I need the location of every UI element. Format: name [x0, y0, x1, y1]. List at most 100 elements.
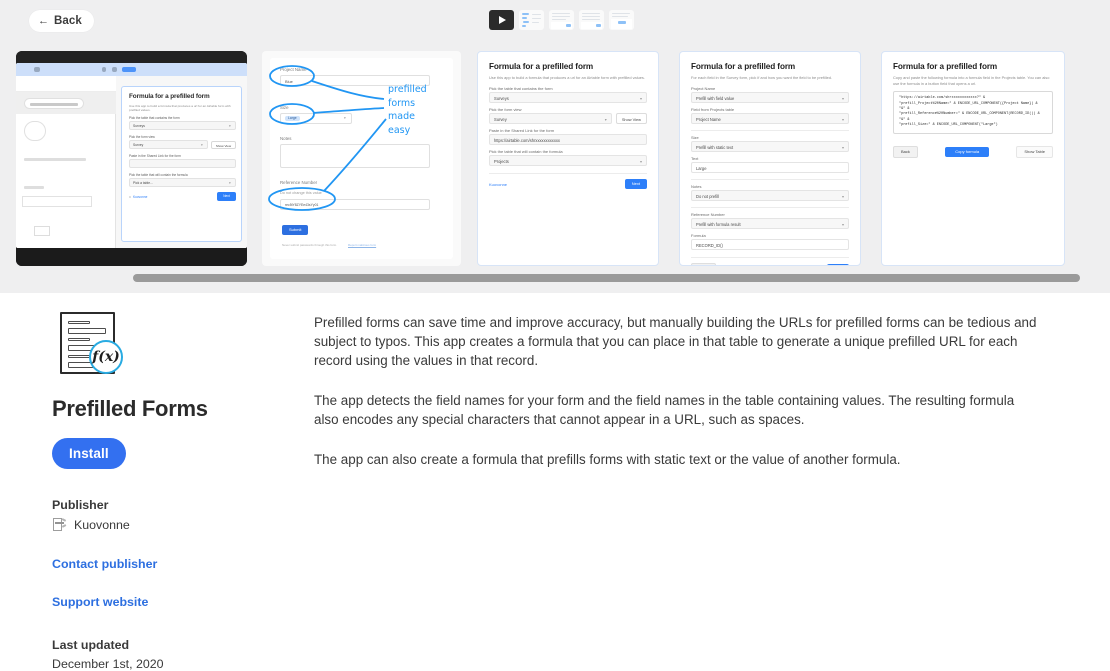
slide3-label-table: Pick the table that contains the form	[489, 85, 553, 91]
slide4-value-size[interactable]: Prefill with static text ▾	[691, 141, 849, 153]
contact-publisher-link[interactable]: Contact publisher	[52, 557, 282, 571]
thumbnail-screenshot-1[interactable]	[519, 10, 544, 30]
slide4-label-notes: Notes	[691, 183, 702, 189]
slide4-desc: For each field in the Survey form, pick …	[691, 75, 833, 80]
slide4-label-size: Size	[691, 134, 699, 140]
mock-right-panel: Formula for a prefilled form Use this ap…	[116, 76, 247, 248]
slide4-value-notes-text: Do not prefill	[696, 194, 719, 200]
slide3-value-view[interactable]: Survey ▾	[489, 113, 612, 125]
chevron-down-icon: ▾	[639, 159, 642, 165]
slide4-value-notes[interactable]: Do not prefill ▾	[691, 190, 849, 202]
slide4-label-text: Text	[691, 155, 699, 161]
publisher-name: Kuovonne	[74, 518, 130, 532]
slide3-value-shared-link[interactable]: https://airtable.com/shrxxxxxxxxxxxx	[489, 134, 647, 146]
form-report-link[interactable]: Report malicious form	[348, 243, 376, 247]
description-paragraph-2: The app detects the field names for your…	[314, 393, 1015, 427]
mock-value-shared-link[interactable]	[129, 159, 236, 168]
slide4-label-reference-number: Reference Number	[691, 211, 725, 217]
mock-label-formula-table: Pick the table that will contain the for…	[129, 173, 188, 177]
slide4-value-reference-number[interactable]: Prefill with formula result ▾	[691, 218, 849, 230]
slide3-next-button[interactable]: Next	[624, 179, 647, 190]
thumbnail-strip	[489, 10, 634, 30]
slide5-formula-output[interactable]: "https://airtable.com/shrxxxxxxxxxxxx?" …	[893, 91, 1053, 134]
slide4-label-field-from: Field from Projects table	[691, 106, 735, 112]
slide5-copy-formula-button[interactable]: Copy formula	[945, 146, 990, 157]
slide4-next-button[interactable]: Next	[826, 264, 849, 265]
media-carousel[interactable]: ● Dashboard 1 Install an app ⋯	[0, 51, 1110, 266]
support-website-link[interactable]: Support website	[52, 595, 282, 609]
mock-show-view-button[interactable]: Show View	[211, 140, 236, 149]
back-button[interactable]: ← Back	[29, 10, 94, 32]
chevron-down-icon: ▾	[841, 117, 844, 123]
divider	[489, 173, 647, 175]
carousel-slide-result[interactable]: Formula for a prefilled form Copy and pa…	[881, 51, 1065, 266]
slide4-value-field-from[interactable]: Project Name ▾	[691, 113, 849, 125]
video-frame-content: ● Dashboard 1 Install an app ⋯	[16, 63, 247, 248]
mock-value-table: Surveys	[129, 121, 236, 130]
carousel-slide-annotated-form[interactable]: Project Name Blue Size Large ▾ Notes Ref…	[262, 51, 461, 266]
carousel-scrollbar-thumb[interactable]	[133, 274, 1080, 282]
form-submit-button[interactable]: Submit	[282, 225, 309, 235]
mock-app-card: Formula for a prefilled form Use this ap…	[121, 86, 242, 242]
slide5-back-button[interactable]: Back	[893, 145, 918, 158]
mock-value-formula-table: Pick a table...	[129, 178, 236, 187]
divider	[691, 257, 849, 259]
mock-label-view: Pick the form view	[129, 135, 155, 139]
slide3-value-formula-table[interactable]: Projects ▾	[489, 155, 647, 167]
annotation-text: prefilled forms made easy	[388, 84, 427, 136]
form-value-size[interactable]: Large	[285, 116, 300, 122]
thumbnail-video[interactable]	[489, 10, 514, 30]
mock-next-button[interactable]: Next	[217, 192, 236, 201]
slide3-value-table-text: Surveys	[494, 96, 509, 102]
form-value-reference-number[interactable]: rec5tY8ZYEe43sYy01	[280, 199, 430, 210]
slide5-desc: Copy and paste the following formula int…	[893, 75, 1050, 86]
slide3-show-view-button[interactable]: Show View	[615, 113, 647, 125]
slide3-value-table[interactable]: Surveys ▾	[489, 92, 647, 104]
form-fine-print: Never submit passwords through this form…	[282, 243, 337, 247]
mock-label-table: Pick the table that contains the form	[129, 116, 180, 120]
slide3-value-formula-table-text: Projects	[494, 159, 509, 165]
mock-card-desc: Use this app to build a formula that pro…	[129, 104, 231, 113]
slide3-label-shared-link: Paste in the Shared Link for the form	[489, 127, 555, 133]
description-paragraph-3: The app can also create a formula that p…	[314, 452, 901, 467]
slide3-label-formula-table: Pick the table that will contain the for…	[489, 148, 563, 154]
chevron-down-icon: ▾	[639, 96, 642, 102]
slide4-value-text[interactable]: Large	[691, 162, 849, 174]
publisher-row: Kuovonne	[52, 517, 282, 533]
slide4-value-project-name[interactable]: Prefill with field value ▾	[691, 92, 849, 104]
last-updated-value: December 1st, 2020	[52, 657, 164, 671]
slide3-title: Formula for a prefilled form	[489, 62, 594, 71]
divider	[691, 207, 849, 209]
slide3-publisher-link[interactable]: Kuovonne	[489, 182, 507, 187]
slide4-label-formula: Formula	[691, 232, 706, 238]
divider	[691, 179, 849, 181]
carousel-slide-step1[interactable]: Formula for a prefilled form Use this ap…	[477, 51, 659, 266]
slide5-title: Formula for a prefilled form	[893, 62, 998, 71]
carousel-slide-video[interactable]: ● Dashboard 1 Install an app ⋯	[16, 51, 247, 266]
description-paragraph-1: Prefilled forms can save time and improv…	[314, 315, 1037, 368]
carousel-slide-step2[interactable]: Formula for a prefilled form For each fi…	[679, 51, 861, 266]
mock-publisher-link[interactable]: Kuovonne	[133, 195, 147, 199]
back-button-label: Back	[54, 15, 82, 27]
page-title: Prefilled Forms	[52, 396, 208, 421]
form-help-reference-number: Do not change this value	[280, 191, 322, 195]
form-label-size: Size	[280, 105, 289, 110]
play-icon	[499, 16, 506, 24]
publisher-heading: Publisher	[52, 498, 109, 512]
slide4-value-formula[interactable]: RECORD_ID()	[691, 239, 849, 251]
slide5-show-table-button[interactable]: Show Table	[1016, 145, 1053, 158]
app-description: Prefilled forms can save time and improv…	[314, 313, 1042, 469]
slide4-value-reference-number-text: Prefill with formula result	[696, 222, 741, 228]
chevron-down-icon: ▾	[604, 117, 607, 123]
install-button[interactable]: Install	[52, 438, 126, 469]
fx-badge: f(x)	[89, 340, 123, 374]
slide3-label-view: Pick the form view	[489, 106, 522, 112]
form-value-notes[interactable]	[280, 144, 430, 168]
slide4-value-project-name-text: Prefill with field value	[696, 96, 735, 102]
thumbnail-screenshot-3[interactable]	[579, 10, 604, 30]
thumbnail-screenshot-4[interactable]	[609, 10, 634, 30]
thumbnail-screenshot-2[interactable]	[549, 10, 574, 30]
arrow-left-icon: ←	[38, 14, 49, 27]
slide4-back-button[interactable]: Back	[691, 263, 716, 265]
form-label-reference-number: Reference Number	[280, 180, 318, 185]
